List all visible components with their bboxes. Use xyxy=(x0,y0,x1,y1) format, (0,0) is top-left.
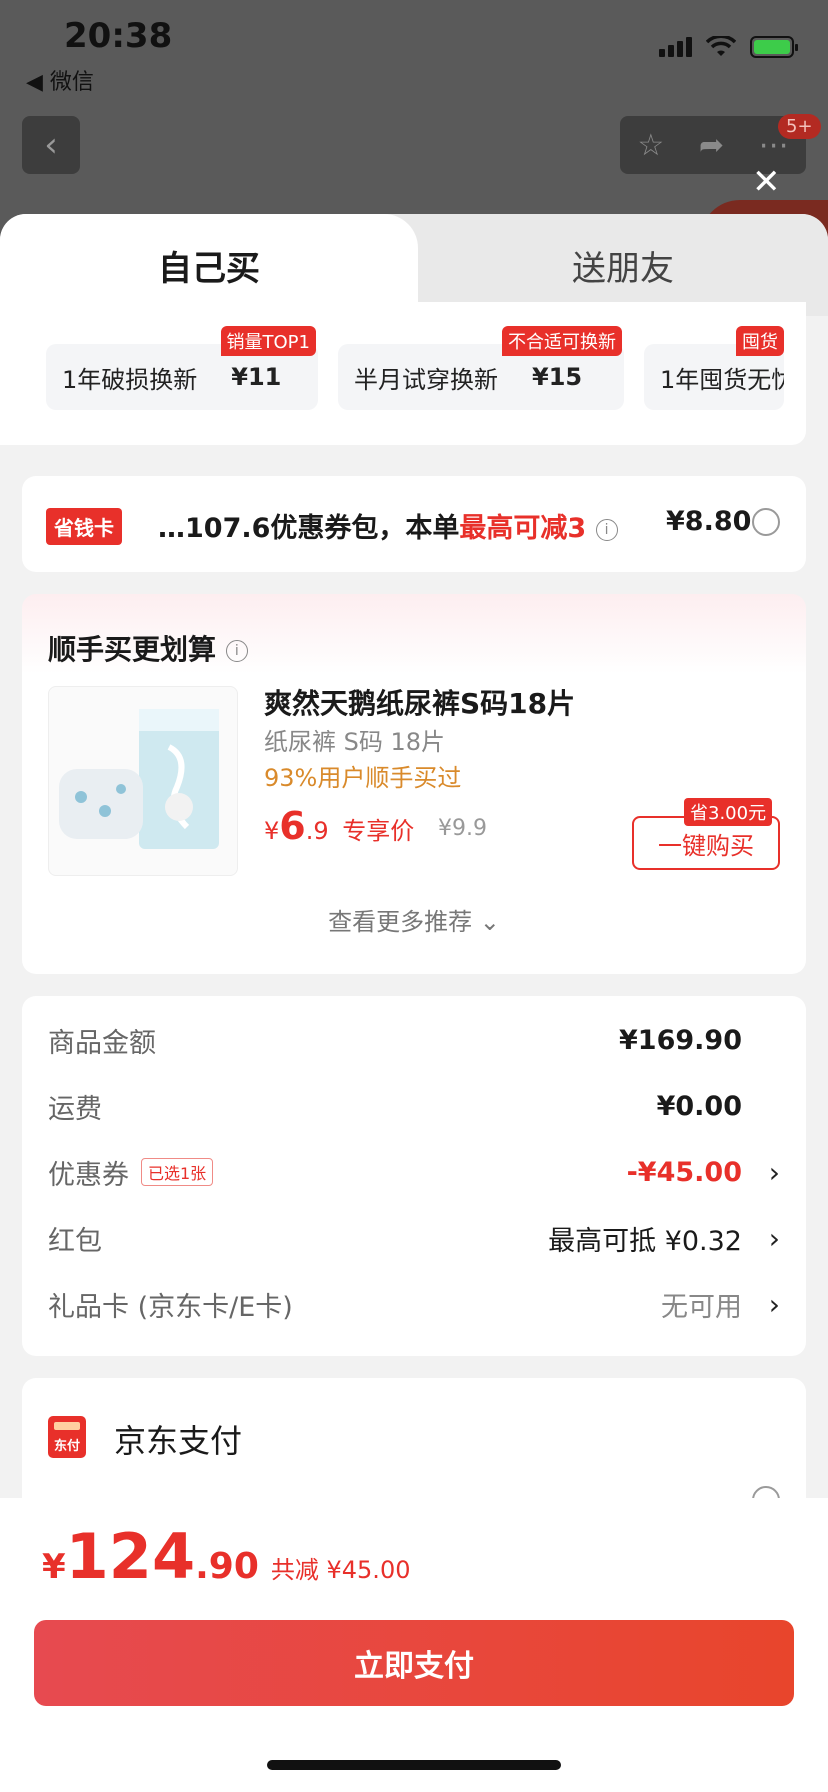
share-icon[interactable]: ➦ xyxy=(699,128,724,163)
service-name: 1年囤货无忧 xyxy=(660,365,784,394)
status-icons xyxy=(659,36,798,58)
recommendation-title-text: 顺手买更划算 xyxy=(48,633,217,666)
home-indicator xyxy=(267,1760,561,1770)
battery-icon xyxy=(750,36,798,58)
signal-icon xyxy=(659,37,692,57)
goods-amount-value: ¥169.90 xyxy=(619,1024,742,1056)
service-tag: 不合适可换新 xyxy=(502,326,622,356)
giftcard-label: 礼品卡 (京东卡/E卡) xyxy=(48,1291,293,1323)
coupon-pack-price: ¥8.80 xyxy=(666,506,752,537)
coupon-value: -¥45.00 xyxy=(626,1156,742,1188)
tab-buy-self[interactable]: 自己买 xyxy=(0,214,418,316)
wifi-icon xyxy=(706,36,736,56)
service-option[interactable]: 1年破损换新 ¥11 销量TOP1 xyxy=(46,326,318,410)
product-name[interactable]: 爽然天鹅纸尿裤S码18片 xyxy=(264,682,575,722)
hongbao-row[interactable]: 红包 最高可抵 ¥0.32 › xyxy=(48,1218,780,1258)
shipping-row: 运费 ¥0.00 xyxy=(48,1086,780,1126)
bottom-pay-bar: ¥ 124 .90 共减 ¥45.00 立即支付 xyxy=(0,1498,828,1792)
save-tag: 省3.00元 xyxy=(684,798,773,826)
chevron-right-icon: › xyxy=(768,1287,780,1321)
service-name: 1年破损换新 xyxy=(62,365,198,394)
total-dec: .90 xyxy=(195,1546,259,1587)
giftcard-row[interactable]: 礼品卡 (京东卡/E卡) 无可用 › xyxy=(48,1284,780,1324)
product-image[interactable] xyxy=(48,686,238,876)
recommendation-card: 顺手买更划算 i 爽然天鹅纸尿裤S码18片 纸尿裤 S码 18片 93%用户顺手… xyxy=(22,594,806,974)
tab-bar: 自己买 送朋友 xyxy=(0,214,828,316)
info-icon[interactable]: i xyxy=(595,518,618,541)
service-option[interactable]: 半月试穿换新 ¥15 不合适可换新 xyxy=(338,326,624,410)
price-dec: .9 xyxy=(305,817,329,845)
service-price: ¥15 xyxy=(532,363,583,391)
coupon-pack-radio[interactable] xyxy=(752,508,780,536)
chevron-right-icon: › xyxy=(768,1155,780,1189)
total-int: 124 xyxy=(65,1520,196,1593)
close-icon[interactable]: ✕ xyxy=(752,162,781,202)
total-reduce: 共减 ¥45.00 xyxy=(270,1556,411,1584)
tab-gift-friend[interactable]: 送朋友 xyxy=(418,214,828,316)
saver-card-badge: 省钱卡 xyxy=(46,508,122,545)
order-summary: 商品金额 ¥169.90 运费 ¥0.00 优惠券 已选1张 -¥45.00 ›… xyxy=(22,996,806,1356)
price-note: 专享价 xyxy=(342,817,415,845)
service-tag: 囤货 xyxy=(736,326,784,356)
info-icon[interactable]: i xyxy=(225,640,248,662)
coupon-row[interactable]: 优惠券 已选1张 -¥45.00 › xyxy=(48,1152,780,1192)
product-rate: 93%用户顺手买过 xyxy=(264,764,462,792)
star-icon[interactable]: ☆ xyxy=(637,128,664,163)
coupon-pack-card[interactable]: 省钱卡 …107.6优惠券包，本单最高可减3 i ¥8.80 xyxy=(22,476,806,572)
coupon-pack-highlight: 最高可减3 xyxy=(459,513,587,544)
coupon-selected-tag: 已选1张 xyxy=(141,1158,214,1186)
payment-method-name[interactable]: 京东支付 xyxy=(114,1416,242,1462)
chevron-right-icon: › xyxy=(768,1221,780,1255)
coupon-pack-desc: …107.6优惠券包，本单 xyxy=(158,513,460,544)
service-price: ¥11 xyxy=(231,363,282,391)
service-tag: 销量TOP1 xyxy=(220,326,316,356)
more-badge: 5+ xyxy=(778,114,821,139)
hongbao-value: 最高可抵 ¥0.32 xyxy=(548,1225,742,1257)
service-name: 半月试穿换新 xyxy=(354,365,498,394)
product-spec: 纸尿裤 S码 18片 xyxy=(264,728,446,756)
coupon-label: 优惠券 xyxy=(48,1159,129,1191)
back-button[interactable]: ‹ xyxy=(22,116,80,174)
coupon-pack-text: …107.6优惠券包，本单最高可减3 i xyxy=(158,506,618,545)
product-price: ¥6.9 专享价 xyxy=(264,804,414,848)
shipping-value: ¥0.00 xyxy=(656,1090,742,1122)
goods-amount-label: 商品金额 xyxy=(48,1027,156,1059)
chevron-left-icon: ‹ xyxy=(44,125,58,165)
total-price: ¥ 124 .90 共减 ¥45.00 xyxy=(42,1520,410,1593)
product-original-price: ¥9.9 xyxy=(438,816,487,841)
goods-amount-row: 商品金额 ¥169.90 xyxy=(48,1020,780,1060)
more-recommendations-link[interactable]: 查看更多推荐 ⌄ xyxy=(22,902,806,937)
service-options: 1年破损换新 ¥11 销量TOP1 半月试穿换新 ¥15 不合适可换新 1年囤货… xyxy=(0,302,806,445)
giftcard-value: 无可用 xyxy=(661,1291,742,1323)
price-currency: ¥ xyxy=(264,817,280,845)
shipping-label: 运费 xyxy=(48,1093,102,1125)
diaper-pack-illustration xyxy=(59,709,219,849)
back-to-wechat[interactable]: ◀ 微信 xyxy=(26,64,94,96)
status-time: 20:38 xyxy=(64,16,173,56)
jd-pay-icon: 东付 xyxy=(48,1416,86,1458)
hongbao-label: 红包 xyxy=(48,1225,102,1257)
service-option[interactable]: 1年囤货无忧 囤货 xyxy=(644,326,784,410)
total-currency: ¥ xyxy=(42,1547,66,1587)
price-int: 6 xyxy=(279,804,306,848)
pay-now-button[interactable]: 立即支付 xyxy=(34,1620,794,1706)
recommendation-title: 顺手买更划算 i xyxy=(48,628,248,668)
